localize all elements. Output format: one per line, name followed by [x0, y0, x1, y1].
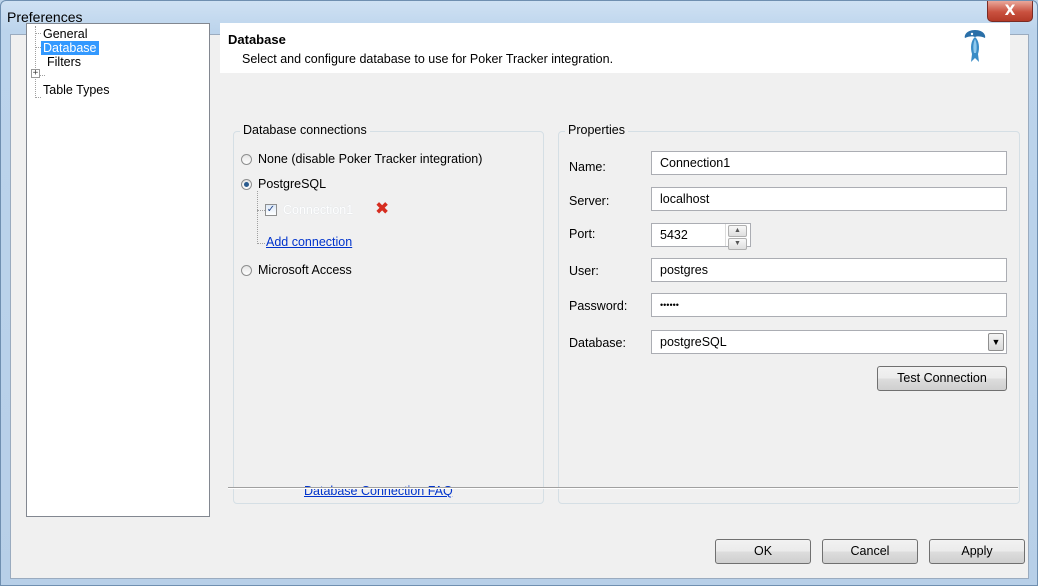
close-icon: X: [1004, 3, 1016, 19]
radio-indicator: [241, 178, 252, 190]
name-label: Name:: [569, 160, 606, 174]
delete-connection-icon[interactable]: ✖: [375, 199, 389, 219]
properties-title: Properties: [565, 123, 628, 137]
bottom-separator: [228, 487, 1018, 489]
add-connection-link[interactable]: Add connection: [266, 235, 352, 249]
database-select[interactable]: postgreSQL ▼: [651, 330, 1007, 354]
section-title: Database: [228, 32, 286, 47]
name-input[interactable]: Connection1: [651, 151, 1007, 175]
tree-connector: [40, 75, 45, 76]
database-label: Database:: [569, 336, 626, 350]
password-input[interactable]: ••••••: [651, 293, 1007, 317]
database-connections-title: Database connections: [240, 123, 370, 137]
spin-up-icon[interactable]: ▲: [728, 225, 747, 237]
database-select-value: postgreSQL: [660, 335, 727, 349]
user-label: User:: [569, 264, 599, 278]
apply-button[interactable]: Apply: [929, 539, 1025, 564]
section-header: Database Select and configure database t…: [220, 23, 1010, 73]
preferences-window: Preferences X General Database + Filters…: [0, 0, 1038, 586]
tree-item-table-types[interactable]: Table Types: [41, 83, 111, 97]
radio-indicator: [241, 153, 252, 165]
fish-logo-icon: [964, 30, 986, 62]
port-spinner[interactable]: ▲ ▼: [725, 224, 749, 250]
tree-connector: [257, 243, 265, 244]
connection1-label[interactable]: Connection1: [283, 203, 353, 217]
tree-connector: [257, 191, 258, 244]
ok-button[interactable]: OK: [715, 539, 811, 564]
chevron-down-icon[interactable]: ▼: [988, 333, 1004, 351]
close-button[interactable]: X: [987, 1, 1033, 22]
password-label: Password:: [569, 299, 628, 313]
radio-none[interactable]: None (disable Poker Tracker integration): [241, 152, 482, 166]
preferences-tree[interactable]: General Database + Filters Table Types: [26, 23, 210, 517]
user-input[interactable]: postgres: [651, 258, 1007, 282]
connection1-checkbox[interactable]: ✓: [265, 204, 277, 216]
section-description: Select and configure database to use for…: [242, 52, 614, 66]
radio-indicator: [241, 264, 252, 276]
tree-connector: [35, 26, 36, 98]
tree-connector: [257, 210, 265, 211]
port-label: Port:: [569, 227, 596, 241]
cancel-button[interactable]: Cancel: [822, 539, 918, 564]
spin-down-icon[interactable]: ▼: [728, 238, 747, 250]
server-label: Server:: [569, 194, 610, 208]
expand-icon[interactable]: +: [31, 69, 40, 78]
tree-item-filters[interactable]: Filters: [45, 55, 83, 69]
tree-connector: [35, 97, 41, 98]
radio-postgresql[interactable]: PostgreSQL: [241, 177, 326, 191]
tree-item-database[interactable]: Database: [41, 41, 99, 55]
server-input[interactable]: localhost: [651, 187, 1007, 211]
tree-item-general[interactable]: General: [41, 27, 89, 41]
radio-microsoft-access[interactable]: Microsoft Access: [241, 263, 352, 277]
test-connection-button[interactable]: Test Connection: [877, 366, 1007, 391]
